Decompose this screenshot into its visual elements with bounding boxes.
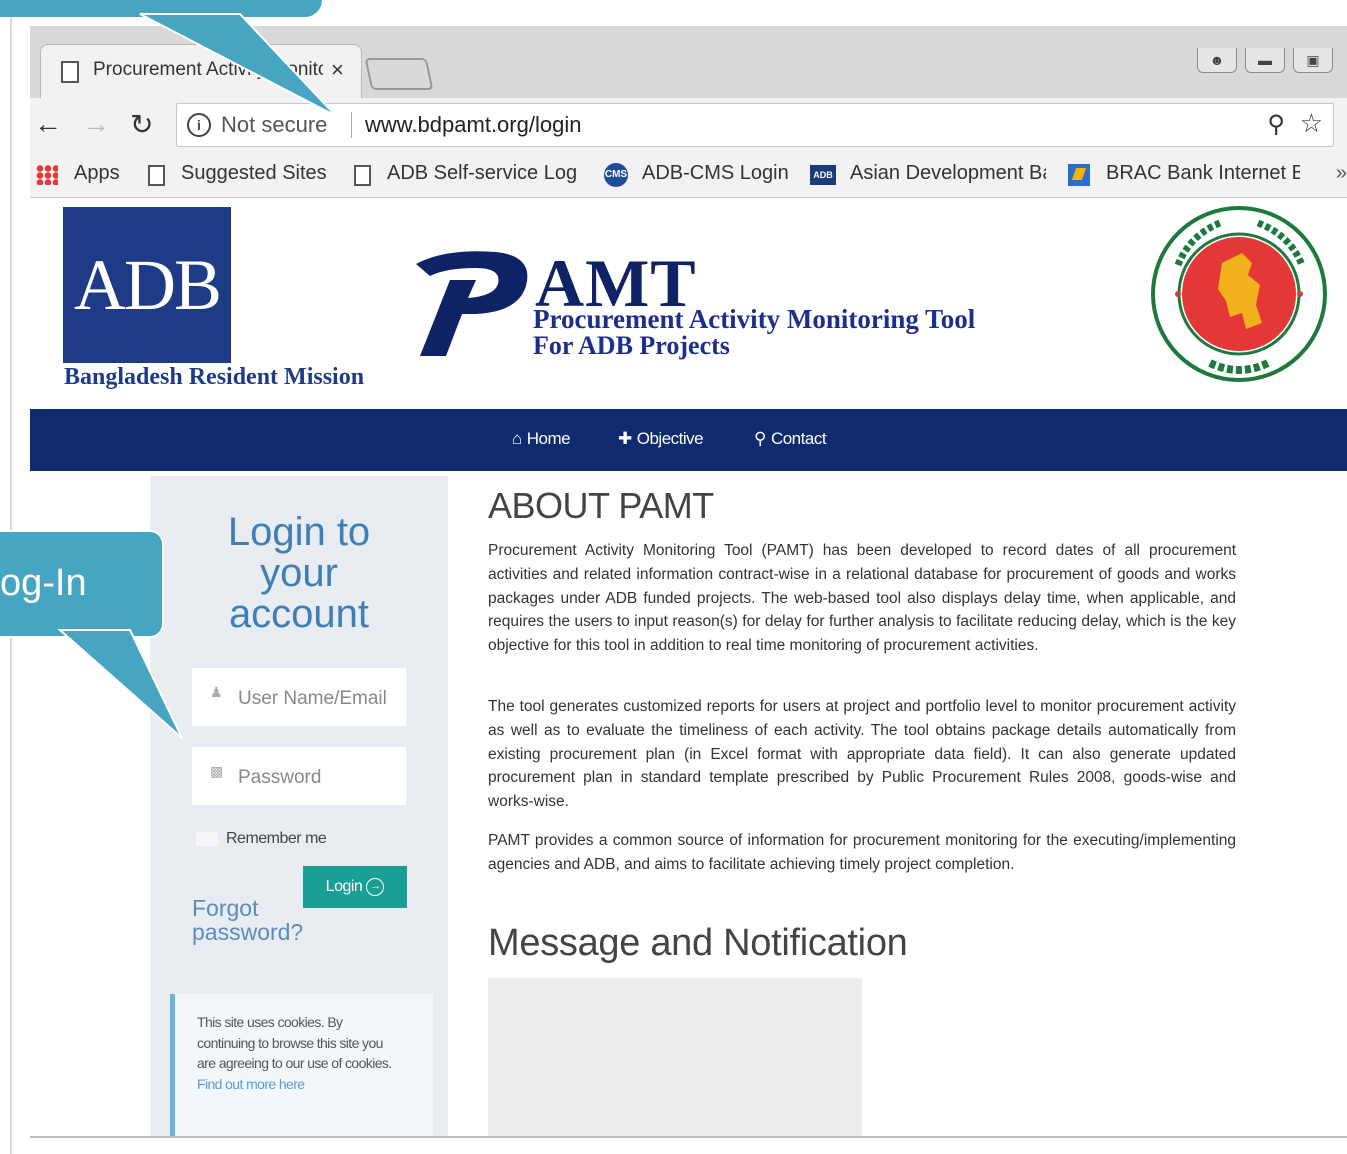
omnibox-separator bbox=[351, 112, 352, 138]
pamt-subtitle-line2: For ADB Projects bbox=[533, 331, 730, 360]
remember-me-checkbox[interactable] bbox=[196, 832, 218, 846]
remember-me[interactable]: Remember me bbox=[196, 830, 327, 848]
user-icon: ♟ bbox=[210, 684, 223, 700]
message-box bbox=[488, 978, 862, 1136]
brac-icon bbox=[1068, 164, 1090, 186]
bookmark-star-icon[interactable]: ☆ bbox=[1300, 108, 1323, 139]
adb-icon: ADB bbox=[810, 165, 836, 185]
mission-label: Bangladesh Resident Mission bbox=[64, 364, 365, 390]
login-title-line1: Login to bbox=[227, 510, 371, 554]
message-title: Message and Notification bbox=[488, 922, 908, 964]
login-button-label: Login bbox=[325, 878, 363, 895]
page-icon bbox=[354, 165, 371, 186]
bookmark-adb-cms[interactable]: ADB-CMS Login bbox=[642, 162, 789, 185]
minimize-icon[interactable]: ▬ bbox=[1245, 48, 1285, 73]
apps-grid-icon[interactable] bbox=[36, 165, 58, 185]
forgot-password-link[interactable]: Forgot password? bbox=[192, 896, 332, 944]
nav-contact-label: Contact bbox=[770, 429, 827, 448]
login-title: Login to your account bbox=[150, 512, 448, 635]
zoom-icon[interactable]: ⚲ bbox=[1267, 110, 1285, 139]
cookie-text: This site uses cookies. By continuing to… bbox=[197, 1014, 392, 1071]
nav-objective-label: Objective bbox=[636, 429, 704, 448]
about-paragraph-3: PAMT provides a common source of informa… bbox=[488, 832, 1236, 873]
cms-icon: CMS bbox=[604, 163, 628, 187]
nav-home-label: Home bbox=[526, 429, 571, 448]
new-tab-button[interactable] bbox=[364, 58, 434, 90]
address-bar[interactable]: i Not secure www.bdpamt.org/login ⚲ ☆ bbox=[176, 103, 1334, 147]
security-label[interactable]: Not secure bbox=[221, 112, 327, 138]
bookmark-apps[interactable]: Apps bbox=[74, 162, 120, 185]
government-seal-icon bbox=[1151, 206, 1327, 382]
callout-login-text: og-In bbox=[0, 562, 87, 604]
callout-login: og-In bbox=[0, 530, 164, 638]
bookmark-suggested-sites[interactable]: Suggested Sites bbox=[181, 162, 327, 185]
bookmark-asian-development[interactable]: Asian Development Bank bbox=[850, 162, 1046, 185]
browser-toolbar: ← → ↻ i Not secure www.bdpamt.org/login … bbox=[30, 98, 1347, 153]
remember-me-label: Remember me bbox=[226, 830, 327, 847]
username-placeholder: User Name/Email bbox=[238, 688, 387, 709]
login-title-line3: account bbox=[228, 592, 370, 636]
user-profile-icon[interactable]: ☻ bbox=[1197, 48, 1237, 73]
login-panel: Login to your account ♟ User Name/Email … bbox=[150, 476, 448, 1136]
pamt-logo-p-icon bbox=[416, 251, 528, 356]
page-border-bottom bbox=[30, 1136, 1347, 1138]
about-title: ABOUT PAMT bbox=[488, 485, 714, 526]
plus-icon: ✚ bbox=[618, 429, 632, 448]
nav-objective[interactable]: ✚ Objective bbox=[618, 429, 704, 449]
bookmarks-overflow-icon[interactable]: » bbox=[1336, 162, 1347, 185]
tab-close-icon[interactable]: × bbox=[331, 57, 344, 83]
password-field[interactable]: ▩ Password bbox=[192, 747, 406, 805]
nav-contact[interactable]: ⚲ Contact bbox=[754, 429, 827, 449]
back-arrow-icon[interactable]: ← bbox=[34, 108, 62, 140]
adb-logo-text: ADB bbox=[73, 244, 222, 325]
lock-icon: ▩ bbox=[210, 763, 224, 779]
cookie-notice: This site uses cookies. By continuing to… bbox=[170, 994, 433, 1136]
map-pin-icon: ⚲ bbox=[754, 429, 766, 448]
bookmarks-bar: Apps Suggested Sites ADB Self-service Lo… bbox=[30, 153, 1347, 198]
window-controls: ☻ ▬ ▣ bbox=[1197, 48, 1333, 74]
page-icon bbox=[148, 165, 165, 186]
callout-url bbox=[0, 0, 322, 17]
url-text[interactable]: www.bdpamt.org/login bbox=[365, 112, 581, 138]
arrow-circle-icon: → bbox=[366, 878, 385, 896]
maximize-icon[interactable]: ▣ bbox=[1293, 48, 1333, 73]
browser-tab[interactable]: Procurement Activity Monitoring Tool × bbox=[40, 44, 362, 99]
about-paragraph-2: The tool generates customized reports fo… bbox=[488, 698, 1236, 811]
forward-arrow-icon[interactable]: → bbox=[82, 108, 110, 140]
page-icon bbox=[61, 61, 79, 83]
main-navbar: ⌂ Home ✚ Objective ⚲ Contact bbox=[30, 409, 1347, 471]
reload-icon[interactable]: ↻ bbox=[130, 108, 153, 141]
about-paragraph-1: Procurement Activity Monitoring Tool (PA… bbox=[488, 542, 1236, 655]
login-title-line2: your bbox=[260, 551, 338, 595]
adb-logo[interactable]: ADB bbox=[63, 207, 231, 363]
password-placeholder: Password bbox=[238, 767, 322, 788]
home-icon: ⌂ bbox=[512, 429, 522, 448]
username-field[interactable]: ♟ User Name/Email bbox=[192, 668, 406, 726]
bookmark-brac-bank[interactable]: BRAC Bank Internet Banking bbox=[1106, 162, 1300, 185]
tab-title: Procurement Activity Monitoring Tool bbox=[93, 59, 323, 80]
nav-home[interactable]: ⌂ Home bbox=[512, 429, 571, 449]
cookie-link[interactable]: Find out more here bbox=[197, 1076, 305, 1092]
bookmark-adb-self-service[interactable]: ADB Self-service Login bbox=[387, 162, 577, 185]
info-icon[interactable]: i bbox=[187, 113, 211, 137]
